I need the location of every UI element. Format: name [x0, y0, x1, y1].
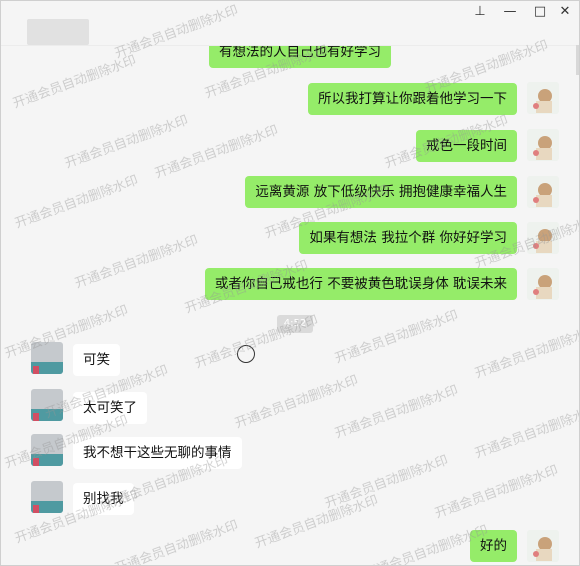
watermark-text: 开通会员自动删除水印	[113, 518, 241, 566]
message-bubble: 所以我打算让你跟着他学习一下	[308, 83, 517, 115]
message-incoming: 太可笑了	[73, 392, 147, 424]
message-bubble: 别找我	[73, 483, 134, 515]
pin-icon[interactable]: ⊥	[469, 3, 491, 21]
avatar-illustration	[533, 229, 552, 253]
message-outgoing: 远离黄源 放下低级快乐 拥抱健康幸福人生	[245, 176, 517, 208]
message-bubble: 好的	[470, 530, 517, 562]
message-partial: 有想法的人自己也有好学习	[209, 46, 391, 68]
message-bubble: 戒色一段时间	[416, 130, 517, 162]
watermark-text: 开通会员自动删除水印	[153, 123, 281, 182]
my-avatar[interactable]	[527, 176, 559, 208]
scrollbar[interactable]	[576, 45, 579, 75]
my-avatar[interactable]	[527, 222, 559, 254]
chat-window: ⊥ — □ ✕ 有想法的人自己也有好学习 所以我打算让你跟着他学习一下 戒色一段…	[0, 0, 580, 566]
my-avatar[interactable]	[527, 129, 559, 161]
avatar-illustration	[533, 136, 552, 160]
minimize-icon[interactable]: —	[499, 3, 521, 21]
watermark-text: 开通会员自动删除水印	[473, 323, 580, 382]
close-icon[interactable]: ✕	[554, 3, 576, 21]
watermark-text: 开通会员自动删除水印	[323, 453, 451, 512]
header-divider	[1, 45, 579, 46]
message-bubble: 或者你自己戒也行 不要被黄色耽误身体 耽误未来	[204, 268, 517, 300]
message-bubble: 太可笑了	[73, 392, 147, 424]
message-incoming: 可笑	[73, 344, 120, 376]
watermark-text: 开通会员自动删除水印	[253, 493, 381, 552]
watermark-text: 开通会员自动删除水印	[13, 173, 141, 232]
message-outgoing: 所以我打算让你跟着他学习一下	[308, 83, 517, 115]
message-bubble: 可笑	[73, 344, 120, 376]
message-bubble: 远离黄源 放下低级快乐 拥抱健康幸福人生	[245, 176, 517, 208]
avatar-illustration	[533, 275, 552, 299]
avatar-illustration	[533, 89, 552, 113]
avatar-blurred	[31, 362, 63, 374]
avatar-illustration	[533, 183, 552, 207]
my-avatar[interactable]	[527, 530, 559, 562]
message-timestamp: 4:52	[277, 315, 313, 333]
message-incoming: 别找我	[73, 483, 134, 515]
message-incoming: 我不想干这些无聊的事情	[73, 437, 242, 469]
contact-avatar[interactable]	[31, 342, 63, 374]
message-bubble: 我不想干这些无聊的事情	[73, 437, 242, 469]
message-outgoing: 或者你自己戒也行 不要被黄色耽误身体 耽误未来	[204, 268, 517, 300]
message-bubble: 有想法的人自己也有好学习	[209, 46, 391, 68]
message-outgoing: 好的	[470, 530, 517, 562]
watermark-text: 开通会员自动删除水印	[473, 403, 580, 462]
watermark-text: 开通会员自动删除水印	[63, 113, 191, 172]
watermark-text: 开通会员自动删除水印	[233, 373, 361, 432]
my-avatar[interactable]	[527, 268, 559, 300]
watermark-text: 开通会员自动删除水印	[333, 308, 461, 367]
mouse-cursor-indicator	[237, 345, 255, 363]
watermark-text: 开通会员自动删除水印	[11, 53, 139, 112]
avatar-blurred	[31, 454, 63, 466]
message-outgoing: 如果有想法 我拉个群 你好好学习	[299, 222, 517, 254]
contact-avatar[interactable]	[31, 434, 63, 466]
contact-name-blurred	[27, 19, 89, 45]
avatar-illustration	[533, 537, 552, 561]
avatar-blurred	[31, 409, 63, 421]
message-outgoing: 戒色一段时间	[416, 130, 517, 162]
maximize-icon[interactable]: □	[529, 3, 551, 21]
watermark-text: 开通会员自动删除水印	[333, 383, 461, 442]
contact-avatar[interactable]	[31, 481, 63, 513]
watermark-text: 开通会员自动删除水印	[433, 463, 561, 522]
my-avatar[interactable]	[527, 82, 559, 114]
message-bubble: 如果有想法 我拉个群 你好好学习	[299, 222, 517, 254]
contact-avatar[interactable]	[31, 389, 63, 421]
watermark-text: 开通会员自动删除水印	[73, 233, 201, 292]
avatar-blurred	[31, 501, 63, 513]
